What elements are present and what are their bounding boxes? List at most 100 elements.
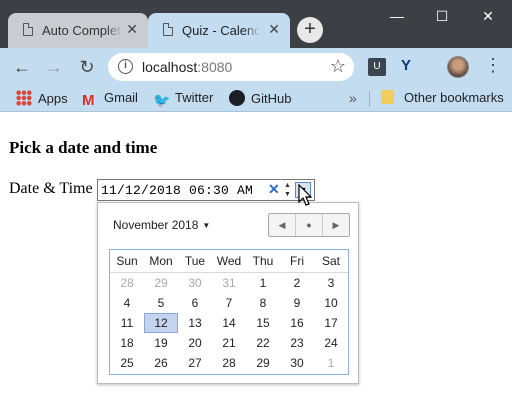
close-window-button[interactable]: ✕ — [473, 4, 503, 28]
calendar-day[interactable]: 20 — [178, 333, 212, 353]
calendar-grid: Sun Mon Tue Wed Thu Fri Sat 28 29 30 31 1 2 3 4 5 6 7 8 9 1… — [109, 249, 349, 375]
calendar-day[interactable]: 25 — [110, 353, 144, 373]
date-time-input[interactable]: 11/12/2018 06:30 AM ✕ ▲▼ ▼ — [97, 179, 315, 201]
weekday-label: Thu — [252, 254, 274, 268]
title-bar: Auto Complete ✕ Quiz - Calendar ✕ + — ☐ … — [0, 0, 512, 48]
calendar-day[interactable]: 1 — [246, 273, 280, 293]
url-text: localhost:8080 — [142, 59, 233, 75]
weekday-label: Mon — [149, 254, 173, 268]
calendar-day[interactable]: 5 — [144, 293, 178, 313]
calendar-day[interactable]: 3 — [314, 273, 348, 293]
calendar-day[interactable]: 8 — [246, 293, 280, 313]
mouse-cursor-icon — [298, 184, 313, 206]
close-tab-icon[interactable]: ✕ — [268, 21, 280, 38]
more-bookmarks-icon[interactable]: » — [349, 90, 357, 106]
calendar-week-row: 4 5 6 7 8 9 10 — [110, 293, 348, 313]
calendar-day[interactable]: 19 — [144, 333, 178, 353]
calendar-day[interactable]: 4 — [110, 293, 144, 313]
calendar-day[interactable]: 30 — [178, 273, 212, 293]
calendar-week-row: 28 29 30 31 1 2 3 — [110, 273, 348, 293]
bookmarks-divider — [369, 91, 370, 107]
calendar-day[interactable]: 13 — [178, 313, 212, 333]
github-icon — [229, 90, 245, 106]
bookmark-apps[interactable]: Apps — [16, 90, 68, 106]
calendar-day[interactable]: 7 — [212, 293, 246, 313]
calendar-day[interactable]: 14 — [212, 313, 246, 333]
new-tab-button[interactable]: + — [297, 17, 323, 43]
calendar-day[interactable]: 29 — [246, 353, 280, 373]
calendar-week-row: 11 12 13 14 15 16 17 — [110, 313, 348, 333]
calendar-body: 28 29 30 31 1 2 3 4 5 6 7 8 9 10 11 12 13 14 15 16 17 18 19 20 2… — [110, 273, 348, 373]
calendar-day[interactable]: 18 — [110, 333, 144, 353]
calendar-week-row: 25 26 27 28 29 30 1 — [110, 353, 348, 373]
calendar-day[interactable]: 16 — [280, 313, 314, 333]
today-button[interactable]: ● — [296, 214, 323, 236]
weekday-label: Wed — [216, 254, 242, 268]
calendar-day[interactable]: 28 — [110, 273, 144, 293]
calendar-day[interactable]: 12 — [144, 313, 179, 333]
maximize-button[interactable]: ☐ — [427, 4, 457, 28]
other-bookmarks[interactable]: Other bookmarks — [381, 90, 504, 105]
apps-icon — [16, 90, 32, 106]
calendar-day[interactable]: 6 — [178, 293, 212, 313]
next-month-button[interactable]: ▶ — [323, 214, 349, 236]
bookmark-gmail[interactable]: M Gmail — [82, 90, 138, 109]
weekday-label: Fri — [290, 254, 304, 268]
weekday-label: Sat — [321, 254, 340, 268]
calendar-day[interactable]: 2 — [280, 273, 314, 293]
calendar-day[interactable]: 21 — [212, 333, 246, 353]
profile-avatar[interactable] — [447, 56, 469, 78]
folder-icon — [381, 90, 394, 104]
bookmarks-bar: Apps M Gmail 🐦 Twitter GitHub » Other book… — [0, 86, 512, 112]
previous-month-button[interactable]: ◀ — [269, 214, 296, 236]
extension-icon[interactable]: U — [368, 58, 386, 76]
calendar-popup: November 2018 ▼ ◀ ● ▶ Sun Mon Tue Wed Thu Fri S… — [97, 202, 359, 384]
close-tab-icon[interactable]: ✕ — [126, 21, 138, 38]
gmail-icon: M — [82, 92, 95, 109]
month-year-selector[interactable]: November 2018 ▼ — [113, 218, 210, 232]
twitter-icon: 🐦 — [153, 92, 171, 108]
calendar-day[interactable]: 23 — [280, 333, 314, 353]
calendar-week-row: 18 19 20 21 22 23 24 — [110, 333, 348, 353]
reload-button[interactable]: ↻ — [75, 55, 99, 79]
calendar-day[interactable]: 10 — [314, 293, 348, 313]
calendar-day[interactable]: 1 — [314, 353, 348, 373]
info-icon[interactable]: i — [118, 59, 133, 74]
back-button[interactable]: ← — [10, 55, 34, 79]
calendar-day[interactable]: 28 — [212, 353, 246, 373]
address-bar[interactable]: i localhost:8080 ☆ — [108, 53, 354, 81]
calendar-day[interactable]: 27 — [178, 353, 212, 373]
calendar-day[interactable]: 11 — [110, 313, 144, 333]
calendar-day[interactable]: 17 — [314, 313, 348, 333]
clear-icon[interactable]: ✕ — [268, 181, 280, 198]
tab-auto-complete[interactable]: Auto Complete ✕ — [8, 13, 148, 48]
bookmark-star-icon[interactable]: ☆ — [330, 56, 346, 77]
calendar-day[interactable]: 26 — [144, 353, 178, 373]
date-time-label: Date & Time — [9, 180, 93, 197]
date-time-value[interactable]: 11/12/2018 06:30 AM — [101, 183, 253, 198]
extension-v-icon[interactable]: Y — [401, 57, 411, 74]
bookmark-twitter[interactable]: 🐦 Twitter — [153, 90, 213, 108]
bookmark-github[interactable]: GitHub — [229, 90, 291, 106]
calendar-day[interactable]: 31 — [212, 273, 246, 293]
menu-icon[interactable]: ⋮ — [484, 55, 502, 76]
calendar-nav: ◀ ● ▶ — [268, 213, 350, 237]
document-icon — [23, 23, 33, 36]
calendar-day[interactable]: 22 — [246, 333, 280, 353]
minimize-button[interactable]: — — [382, 4, 412, 28]
weekday-label: Tue — [184, 254, 206, 268]
calendar-day[interactable]: 30 — [280, 353, 314, 373]
calendar-day[interactable]: 15 — [246, 313, 280, 333]
tab-quiz-calendar[interactable]: Quiz - Calendar ✕ — [148, 13, 290, 48]
tab-title: Auto Complete — [42, 23, 122, 38]
toolbar: ← → ↻ i localhost:8080 ☆ U Y ⋮ — [0, 48, 512, 86]
weekday-header: Sun Mon Tue Wed Thu Fri Sat — [110, 250, 348, 273]
tab-title: Quiz - Calendar — [182, 23, 260, 38]
document-icon — [163, 23, 173, 36]
weekday-label: Sun — [116, 254, 138, 268]
calendar-day[interactable]: 24 — [314, 333, 348, 353]
calendar-day[interactable]: 29 — [144, 273, 178, 293]
calendar-day[interactable]: 9 — [280, 293, 314, 313]
forward-button[interactable]: → — [42, 55, 66, 79]
spinner-icon[interactable]: ▲ ▼ — [282, 181, 293, 199]
